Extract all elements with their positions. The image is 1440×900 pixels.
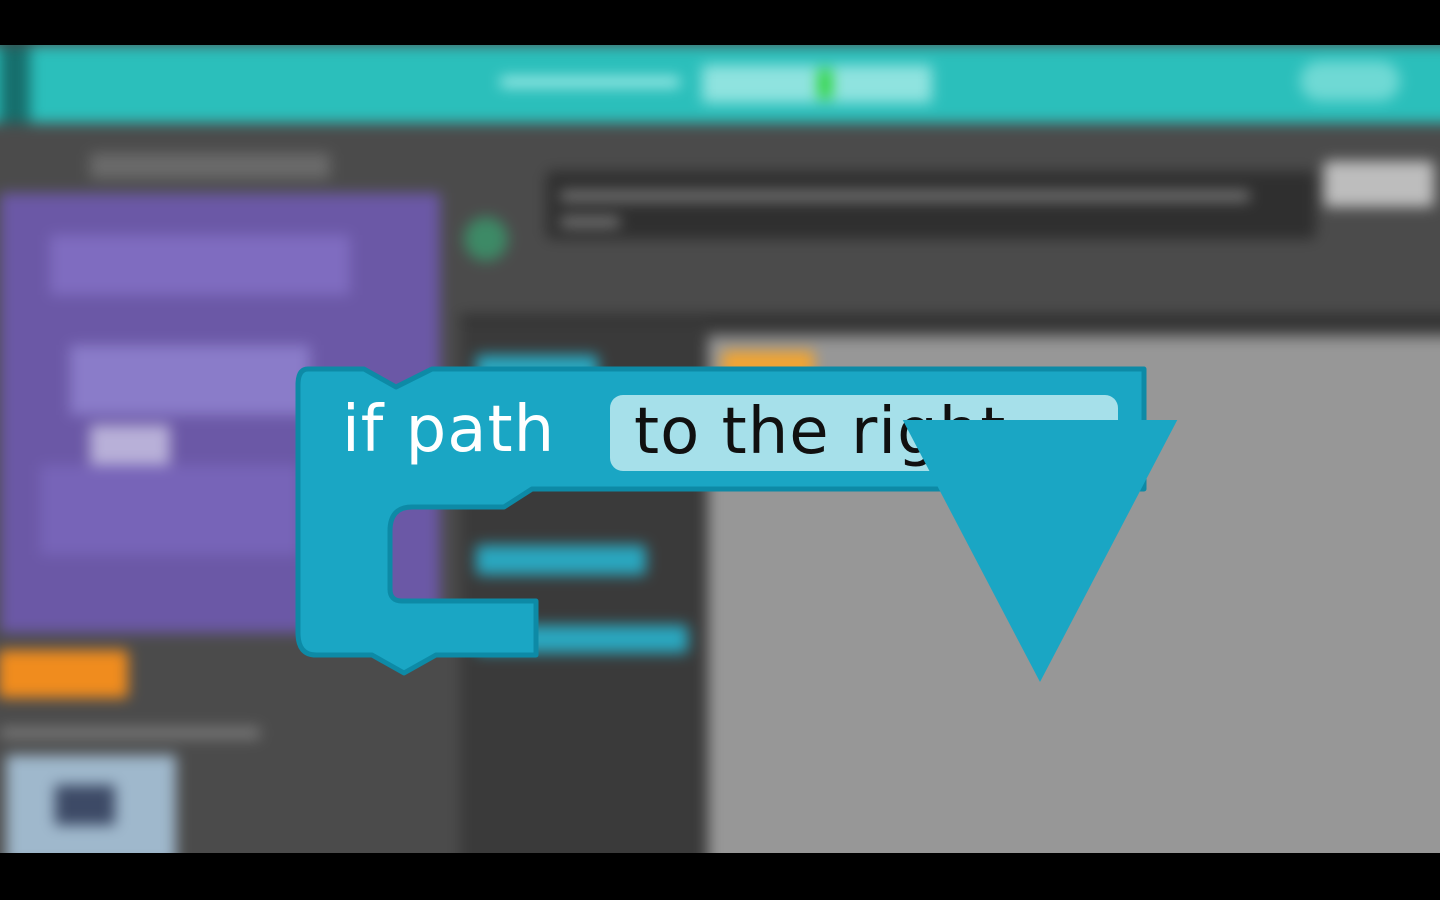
direction-dropdown[interactable]: to the right: [610, 395, 1178, 683]
block-keyword: if path: [342, 393, 556, 467]
letterbox-bottom: [0, 853, 1440, 900]
header-account: [1300, 61, 1400, 101]
progress-pill: [702, 65, 932, 103]
run-button: [0, 650, 128, 698]
character-avatar: [464, 217, 508, 261]
help-button: [1324, 161, 1434, 207]
instructions-panel: [546, 171, 1316, 239]
if-path-block[interactable]: if path to the right: [292, 365, 1178, 683]
letterbox-top: [0, 0, 1440, 45]
puzzle-title: [90, 153, 330, 179]
triangle-down-icon[interactable]: [610, 395, 1440, 707]
